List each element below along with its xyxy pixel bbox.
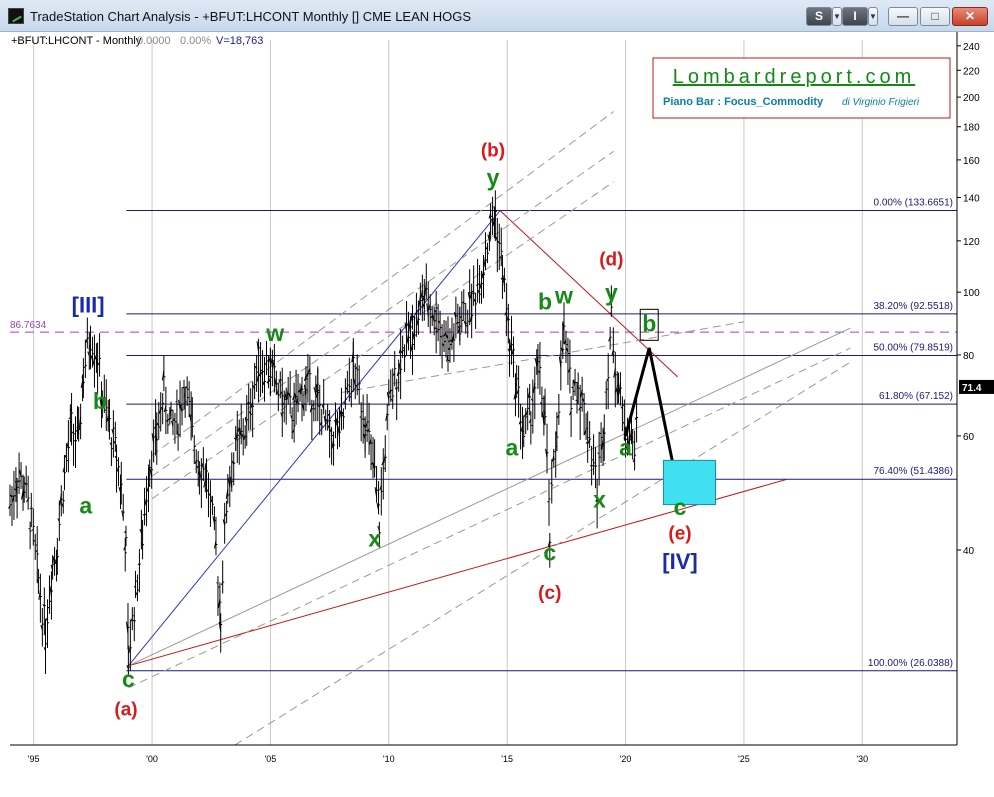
wave-label: c <box>674 494 687 520</box>
wave-label: [IV] <box>662 549 697 574</box>
fib-label: 0.00% (133.6651) <box>873 197 953 208</box>
x-tick-label: '10 <box>383 754 395 764</box>
y-tick-label: 180 <box>963 123 980 134</box>
watermark-box: Lombardreport.com Piano Bar : Focus_Comm… <box>653 58 950 118</box>
y-tick-label: 240 <box>963 42 980 53</box>
change-pct: 0.00% <box>180 35 211 47</box>
wave-label: x <box>593 487 606 513</box>
wave-label: x <box>368 525 381 551</box>
wave-label: c <box>122 666 135 692</box>
wave-label: w <box>554 283 573 309</box>
wave-label: a <box>506 434 519 460</box>
price-bar-open <box>548 501 550 502</box>
wave-label: b <box>538 289 552 315</box>
last-value: 0.0000 <box>137 35 171 47</box>
fib-label: 100.00% (26.0388) <box>868 658 953 669</box>
i-dropdown-icon[interactable]: ▼ <box>868 7 878 26</box>
wave-label: b <box>93 388 107 414</box>
wave-label: c <box>543 540 556 566</box>
price-bar-open <box>48 607 50 608</box>
fib-label: 38.20% (92.5518) <box>873 301 953 312</box>
window-title: TradeStation Chart Analysis - +BFUT:LHCO… <box>30 9 471 24</box>
wave-label: (d) <box>599 249 623 270</box>
y-tick-label: 120 <box>963 237 980 248</box>
y-tick-label: 40 <box>963 546 975 557</box>
price-bar-open <box>348 391 350 392</box>
i-button[interactable]: I <box>842 7 868 26</box>
wave-label: [III] <box>72 293 105 318</box>
y-tick-label: 80 <box>963 351 975 362</box>
close-button[interactable]: ✕ <box>952 7 988 26</box>
target-zone-box <box>663 460 715 504</box>
price-bar-open <box>415 313 417 314</box>
watermark-subtitle: Piano Bar : Focus_Commodity <box>663 96 824 108</box>
wave-label: (b) <box>481 140 505 161</box>
wave-label: y <box>605 280 618 306</box>
y-tick-label: 160 <box>963 156 980 167</box>
price-bar-open <box>175 402 177 403</box>
wave-label: (c) <box>538 583 561 604</box>
wave-label: w <box>265 320 284 346</box>
x-tick-label: '00 <box>146 754 158 764</box>
watermark-author: di Virginio Frigieri <box>842 97 920 108</box>
s-button[interactable]: S <box>806 7 832 26</box>
y-tick-label: 220 <box>963 66 980 77</box>
volume-label: V=18,763 <box>216 35 263 47</box>
wave-label: (e) <box>668 524 691 545</box>
y-tick-label: 60 <box>963 432 975 443</box>
x-tick-label: '05 <box>265 754 277 764</box>
wave-label: (a) <box>114 700 137 721</box>
chart-area[interactable]: 0.00% (133.6651) 38.20% (92.5518) 50.00% (… <box>0 32 994 792</box>
title-bar: TradeStation Chart Analysis - +BFUT:LHCO… <box>0 0 994 32</box>
fib-label: 76.40% (51.4386) <box>873 466 953 477</box>
app-icon <box>8 8 24 24</box>
target-zone <box>663 460 715 504</box>
watermark-site: Lombardreport.com <box>673 66 916 88</box>
fib-label: 61.80% (67.152) <box>879 391 953 402</box>
last-price-value: 71.4 <box>962 383 982 394</box>
wave-label: b <box>642 310 656 336</box>
reference-label: 86.7634 <box>10 320 47 331</box>
fib-label: 50.00% (79.8519) <box>873 342 953 353</box>
x-tick-label: '15 <box>501 754 513 764</box>
symbol-label: +BFUT:LHCONT - Monthly <box>11 35 142 47</box>
x-tick-label: '95 <box>28 754 40 764</box>
y-tick-label: 200 <box>963 93 980 104</box>
s-dropdown-icon[interactable]: ▼ <box>832 7 842 26</box>
price-bar-open <box>594 466 596 467</box>
x-tick-label: '25 <box>738 754 750 764</box>
x-tick-label: '20 <box>620 754 632 764</box>
price-chart[interactable]: 0.00% (133.6651) 38.20% (92.5518) 50.00% (… <box>0 32 994 792</box>
price-bar-open <box>590 465 592 466</box>
minimize-button[interactable]: — <box>888 7 918 26</box>
price-bar-open <box>138 564 140 565</box>
wave-label: a <box>619 434 632 460</box>
y-tick-label: 140 <box>963 193 980 204</box>
maximize-button[interactable]: □ <box>920 7 950 26</box>
price-bar-open <box>401 352 403 353</box>
x-tick-label: '30 <box>856 754 868 764</box>
price-bar-open <box>30 508 32 509</box>
wave-label: a <box>79 493 92 519</box>
wave-label: y <box>487 165 500 191</box>
y-tick-label: 100 <box>963 288 980 299</box>
